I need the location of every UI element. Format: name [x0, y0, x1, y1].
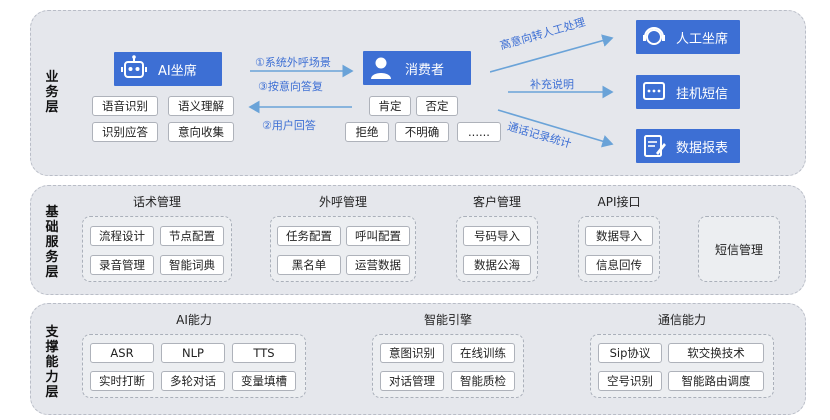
- call-mgmt-chip: 任务配置: [277, 226, 341, 246]
- call-mgmt-chip: 运营数据: [346, 255, 410, 275]
- ai-agent-label: AI坐席: [158, 63, 197, 79]
- script-mgmt-chip: 录音管理: [90, 255, 154, 275]
- headset-agent-icon: [643, 27, 665, 45]
- hangup-sms-box: 挂机短信: [636, 75, 740, 109]
- call-mgmt-title: 外呼管理: [318, 195, 367, 209]
- script-mgmt-chip: 智能词典: [160, 255, 224, 275]
- ai-capability-chip: 实时打断: [90, 371, 154, 391]
- person-icon: [371, 57, 391, 79]
- flow-step-2: ②用户回答: [262, 119, 316, 132]
- robot-icon: [121, 55, 147, 78]
- smart-engine-chip: 对话管理: [380, 371, 444, 391]
- smart-engine-chip: 智能质检: [451, 371, 515, 391]
- telecom-chip: Sip协议: [598, 343, 662, 363]
- sms-mgmt-label: 短信管理: [714, 243, 763, 257]
- telecom-chip: 智能路由调度: [668, 371, 764, 391]
- consumer-box: 消费者: [363, 51, 471, 85]
- consumer-reply-chip: 拒绝: [345, 122, 389, 142]
- smart-engine-chip: 在线训练: [451, 343, 515, 363]
- ai-skill-chip: 识别应答: [92, 122, 158, 142]
- ai-agent-box: AI坐席: [114, 52, 222, 86]
- customer-mgmt-title: 客户管理: [472, 195, 521, 209]
- api-chip: 数据导入: [585, 226, 653, 246]
- smart-engine-chip: 意图识别: [380, 343, 444, 363]
- consumer-reply-chip: 否定: [416, 96, 458, 116]
- hangup-sms-label: 挂机短信: [676, 86, 729, 102]
- consumer-reply-chip: 不明确: [395, 122, 449, 142]
- call-mgmt-chip: 呼叫配置: [346, 226, 410, 246]
- script-mgmt-chip: 节点配置: [160, 226, 224, 246]
- telecom-chip: 软交换技术: [668, 343, 764, 363]
- script-mgmt-title: 话术管理: [132, 195, 181, 209]
- data-report-box: 数据报表: [636, 129, 740, 163]
- human-agent-box: 人工坐席: [636, 20, 740, 54]
- arrow-label-supplement: 补充说明: [530, 78, 574, 91]
- ai-skill-chip: 语音识别: [92, 96, 158, 116]
- telecom-chip: 空号识别: [598, 371, 662, 391]
- data-report-label: 数据报表: [676, 140, 729, 156]
- support-layer-title: 支撑能力层: [45, 325, 59, 400]
- ai-skill-chip: 意向收集: [168, 122, 234, 142]
- smart-engine-title: 智能引擎: [423, 313, 472, 327]
- ai-capability-title: AI能力: [176, 313, 212, 327]
- customer-mgmt-chip: 数据公海: [463, 255, 531, 275]
- consumer-label: 消费者: [405, 62, 445, 78]
- telecom-title: 通信能力: [657, 313, 706, 327]
- business-layer-title: 业务层: [45, 70, 59, 115]
- ai-capability-chip: 变量填槽: [232, 371, 296, 391]
- consumer-reply-chip: 肯定: [369, 96, 411, 116]
- ai-capability-chip: ASR: [90, 343, 154, 363]
- foundation-layer-title: 基础服务层: [45, 205, 59, 280]
- script-mgmt-chip: 流程设计: [90, 226, 154, 246]
- ai-skill-chip: 语义理解: [168, 96, 234, 116]
- flow-step-3: ③按意向答复: [258, 80, 323, 93]
- ai-capability-chip: 多轮对话: [161, 371, 225, 391]
- ai-capability-chip: NLP: [161, 343, 225, 363]
- customer-mgmt-chip: 号码导入: [463, 226, 531, 246]
- call-mgmt-chip: 黑名单: [277, 255, 341, 275]
- human-agent-label: 人工坐席: [676, 31, 729, 47]
- flow-step-1: ①系统外呼场景: [255, 56, 331, 69]
- ai-capability-chip: TTS: [232, 343, 296, 363]
- report-icon: [644, 135, 666, 157]
- message-icon: [643, 82, 665, 100]
- api-title: API接口: [597, 195, 641, 209]
- api-chip: 信息回传: [585, 255, 653, 275]
